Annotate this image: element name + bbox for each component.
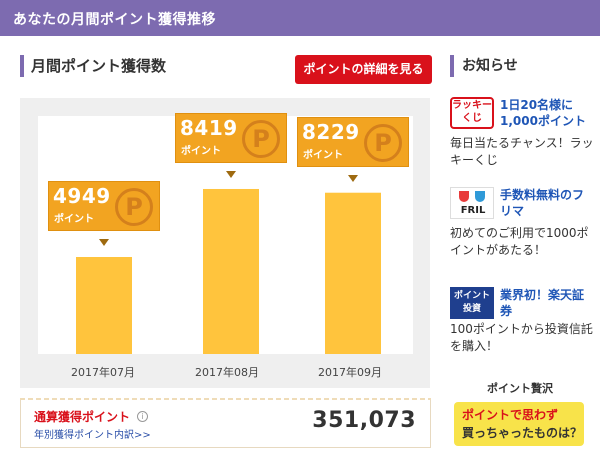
data-label: 8419 [180, 115, 238, 140]
news-item[interactable]: FRIL 手数料無料のフリマ 初めてのご利用で1000ポイントがあたる！ [450, 187, 595, 267]
icon-text: FRIL [460, 205, 486, 216]
news-headline[interactable]: 手数料無料のフリマ [500, 187, 595, 219]
icon-text: ラッキー [452, 100, 492, 111]
yearly-breakdown-link[interactable]: 年別獲得ポイント内訳>> [34, 426, 151, 441]
lucky-kuji-icon[interactable]: ラッキー くじ [450, 97, 494, 129]
news-body: 毎日当たるチャンス！ラッキーくじ [450, 136, 594, 167]
page-title: あなたの月間ポイント獲得推移 [13, 12, 216, 28]
point-zeitaku-banner[interactable]: ポイント贅沢 ポイントで思わず 買っちゃったものは？ [450, 378, 590, 450]
data-label: 8229 [302, 119, 360, 144]
icon-text: 投資 [462, 304, 481, 314]
icon-text: くじ [462, 113, 482, 124]
news-headline[interactable]: 業界初！楽天証券 [500, 287, 595, 319]
callout-pointer [348, 174, 358, 182]
x-tick-label: 2017年09月 [318, 366, 382, 379]
icon-text: ポイント [453, 291, 490, 301]
bar [203, 188, 259, 354]
news-body: 100ポイントから投資信託を購入！ [450, 322, 593, 353]
value-callout: 8229 ポイント P [297, 116, 409, 167]
total-points-label: 通算獲得ポイント [34, 410, 131, 424]
value-callout: 4949 ポイント P [48, 180, 160, 231]
data-label-unit: ポイント [181, 145, 221, 157]
point-coin-icon: P [242, 119, 280, 158]
data-label-unit: ポイント [303, 149, 343, 161]
x-tick-label: 2017年08月 [195, 366, 259, 379]
page-header: あなたの月間ポイント獲得推移 [0, 0, 600, 36]
value-callout: 8419 ポイント P [175, 112, 287, 163]
total-points-value: 351,073 [312, 408, 416, 433]
point-detail-button[interactable]: ポイントの詳細を見る [295, 55, 432, 84]
section-title: 月間ポイント獲得数 [20, 55, 166, 77]
callout-pointer [99, 238, 109, 246]
data-label: 4949 [53, 183, 111, 208]
bar [76, 256, 132, 354]
data-label-unit: ポイント [54, 213, 94, 225]
x-tick-label: 2017年07月 [71, 366, 135, 379]
banner-line-1: ポイントで思わず [462, 408, 559, 422]
news-title: お知らせ [450, 55, 518, 77]
news-headline[interactable]: 1日20名様に1,000ポイント [500, 97, 595, 129]
news-item[interactable]: ポイント 投資 業界初！楽天証券 100ポイントから投資信託を購入！ [450, 287, 595, 357]
info-icon[interactable]: i [137, 411, 148, 422]
banner-title: ポイント贅沢 [487, 382, 553, 395]
point-invest-icon[interactable]: ポイント 投資 [450, 287, 494, 319]
callout-pointer [226, 170, 236, 178]
fril-icon[interactable]: FRIL [450, 187, 494, 219]
total-box-stripe [20, 398, 431, 400]
news-item[interactable]: ラッキー くじ 1日20名様に1,000ポイント 毎日当たるチャンス！ラッキーく… [450, 97, 595, 167]
banner-line-2: 買っちゃったものは？ [462, 426, 583, 440]
point-coin-icon: P [364, 123, 402, 162]
bar [325, 192, 381, 354]
point-coin-icon: P [115, 187, 153, 226]
banner-body[interactable]: ポイントで思わず 買っちゃったものは？ [454, 402, 584, 446]
news-body: 初めてのご利用で1000ポイントがあたる！ [450, 226, 589, 257]
